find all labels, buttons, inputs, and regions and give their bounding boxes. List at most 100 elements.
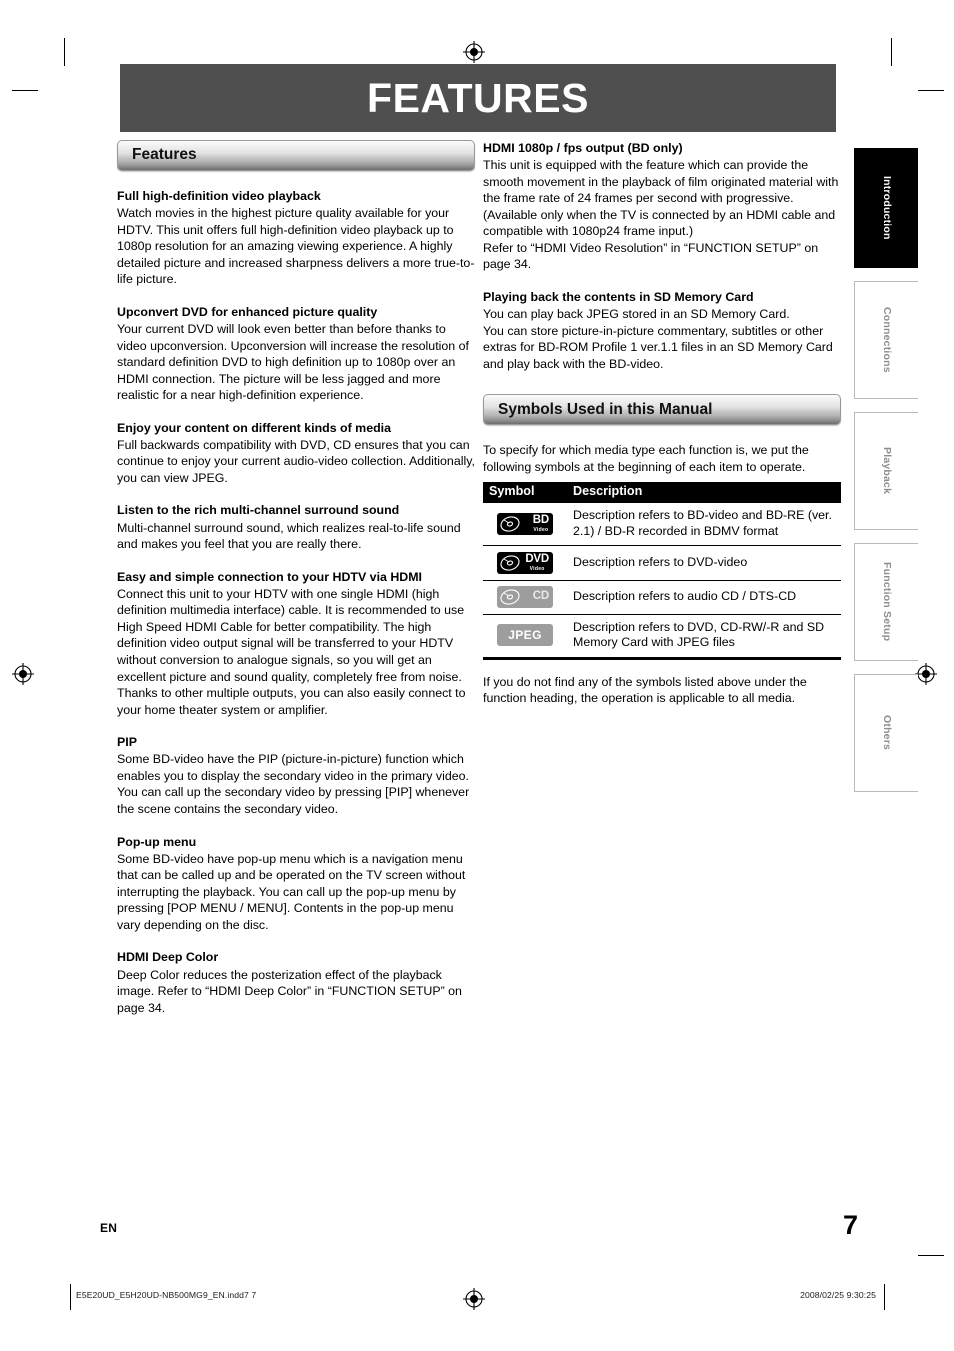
disc-icon: [500, 516, 520, 532]
crop-mark-top-right-horizontal: [918, 90, 944, 91]
table-row: JPEG Description refers to DVD, CD-RW/-R…: [483, 614, 841, 660]
symbols-outro-text: If you do not find any of the symbols li…: [483, 674, 807, 706]
feature-paragraph: You can store picture-in-picture comment…: [483, 323, 833, 371]
feature-paragraph: Your current DVD will look even better t…: [117, 321, 469, 403]
symbol-cell: CD: [483, 580, 567, 615]
feature-heading: Full high-definition video playback: [117, 189, 321, 203]
jpeg-badge-icon: JPEG: [497, 624, 553, 647]
badge-label-group: DVD Video: [525, 554, 549, 572]
crop-mark-top-right-vertical: [891, 38, 892, 66]
section-header-features: Features: [117, 140, 475, 171]
sidebar-tab-others[interactable]: Others: [854, 674, 918, 792]
feature-paragraph: Refer to “HDMI Video Resolution” in “FUN…: [483, 240, 819, 272]
symbol-description: Description refers to audio CD / DTS-CD: [567, 580, 841, 615]
feature-paragraph: Watch movies in the highest picture qual…: [117, 206, 475, 287]
feature-heading: Pop-up menu: [117, 834, 197, 849]
table-row: DVD Video Description refers to DVD-vide…: [483, 545, 841, 581]
symbol-cell: BD Video: [483, 503, 567, 547]
feature-heading: Playing back the contents in SD Memory C…: [483, 289, 754, 304]
left-column: Features Full high-definition video play…: [117, 140, 475, 1016]
dvd-video-badge-icon: DVD Video: [497, 551, 553, 574]
registration-mark-right: [915, 663, 937, 685]
feature-block: HDMI Deep Color Deep Color reduces the p…: [117, 949, 475, 1016]
sidebar-tab-playback[interactable]: Playback: [854, 412, 918, 530]
badge-label: BD: [532, 514, 549, 527]
feature-heading: HDMI Deep Color: [117, 950, 219, 965]
feature-heading: Listen to the rich multi-channel surroun…: [117, 503, 400, 518]
disc-icon: [500, 555, 520, 571]
slug-rule-right: [884, 1284, 885, 1310]
feature-heading: Easy and simple connection to your HDTV …: [117, 569, 423, 584]
feature-block: Listen to the rich multi-channel surroun…: [117, 502, 475, 552]
registration-mark-left: [12, 663, 34, 685]
feature-paragraph: You can play back JPEG stored in an SD M…: [483, 307, 790, 322]
symbol-cell: DVD Video: [483, 545, 567, 581]
feature-heading: Enjoy your content on different kinds of…: [117, 420, 391, 435]
sidebar-tab-connections[interactable]: Connections: [854, 281, 918, 399]
symbol-cell: JPEG: [483, 614, 567, 660]
page-title: FEATURES: [367, 74, 589, 121]
feature-heading: PIP: [117, 735, 137, 750]
language-mark: EN: [100, 1221, 118, 1235]
badge-label: DVD: [525, 553, 549, 566]
feature-block: Upconvert DVD for enhanced picture quali…: [117, 304, 475, 404]
section-tab-strip: Introduction Connections Playback Functi…: [854, 148, 918, 805]
badge-label: JPEG: [508, 628, 542, 643]
symbols-table: Symbol Description BD Video Description …: [483, 482, 841, 660]
feature-block: PIP Some BD-video have the PIP (picture-…: [117, 734, 475, 817]
feature-paragraph: Some BD-video have pop-up menu which is …: [117, 851, 466, 932]
feature-paragraph: This unit is equipped with the feature w…: [483, 158, 839, 239]
registration-mark-top: [463, 41, 485, 63]
feature-block: Playing back the contents in SD Memory C…: [483, 289, 841, 372]
feature-paragraph: Multi-channel surround sound, which real…: [117, 520, 461, 552]
section-header-symbols: Symbols Used in this Manual: [483, 394, 841, 426]
slug-rule-left: [70, 1284, 71, 1310]
bd-video-badge-icon: BD Video: [497, 512, 553, 535]
page-number: 7: [842, 1210, 858, 1240]
table-header-row: Symbol Description: [483, 482, 841, 504]
feature-block: HDMI 1080p / fps output (BD only) This u…: [483, 140, 841, 273]
feature-paragraph: Some BD-video have the PIP (picture-in-p…: [117, 752, 470, 816]
slug-timestamp: 2008/02/25 9:30:25: [800, 1290, 876, 1300]
feature-paragraph: Full backwards compatibility with DVD, C…: [117, 437, 475, 485]
table-header-symbol: Symbol: [483, 482, 567, 504]
sidebar-tab-introduction[interactable]: Introduction: [854, 148, 918, 268]
feature-block: Pop-up menu Some BD-video have pop-up me…: [117, 834, 475, 934]
feature-block: Easy and simple connection to your HDTV …: [117, 569, 475, 719]
sidebar-tab-label: Connections: [880, 307, 893, 373]
disc-icon: [500, 589, 520, 605]
table-row: BD Video Description refers to BD-video …: [483, 503, 841, 547]
badge-label-group: JPEG: [508, 629, 542, 641]
feature-block: Full high-definition video playback Watc…: [117, 188, 475, 288]
feature-paragraph: Connect this unit to your HDTV with one …: [117, 586, 465, 684]
page-title-banner: FEATURES: [120, 64, 836, 132]
badge-sublabel: Video: [533, 526, 549, 533]
cd-badge-icon: CD: [497, 585, 553, 608]
badge-label-group: BD Video: [533, 515, 549, 533]
feature-paragraph: Thanks to other multiple outputs, you ca…: [117, 686, 466, 717]
section-header-label: Symbols Used in this Manual: [498, 400, 713, 418]
symbol-description: Description refers to BD-video and BD-RE…: [567, 503, 841, 547]
sidebar-tab-label: Introduction: [880, 176, 893, 240]
sidebar-tab-label: Others: [880, 715, 893, 751]
badge-label-group: CD: [532, 589, 549, 604]
crop-mark-top-left-vertical: [64, 38, 65, 66]
badge-label: CD: [532, 589, 549, 602]
registration-mark-bottom: [463, 1288, 485, 1310]
table-row: CD Description refers to audio CD / DTS-…: [483, 580, 841, 615]
crop-mark-top-left-horizontal: [12, 90, 38, 91]
feature-heading: Upconvert DVD for enhanced picture quali…: [117, 304, 378, 319]
feature-block: Enjoy your content on different kinds of…: [117, 420, 475, 487]
sidebar-tab-label: Function Setup: [880, 562, 893, 642]
section-header-label: Features: [132, 146, 197, 164]
crop-mark-bottom-right-horizontal: [918, 1255, 944, 1256]
feature-paragraph: Deep Color reduces the posterization eff…: [117, 967, 462, 1015]
symbol-description: Description refers to DVD-video: [567, 545, 841, 581]
right-column: HDMI 1080p / fps output (BD only) This u…: [483, 140, 841, 707]
slug-filename: E5E20UD_E5H20UD-NB500MG9_EN.indd7 7: [76, 1290, 257, 1300]
sidebar-tab-function-setup[interactable]: Function Setup: [854, 543, 918, 661]
sidebar-tab-label: Playback: [880, 447, 893, 495]
table-header-description: Description: [567, 482, 841, 504]
badge-sublabel: Video: [529, 565, 545, 572]
symbols-intro-text: To specify for which media type each fun…: [483, 443, 809, 474]
